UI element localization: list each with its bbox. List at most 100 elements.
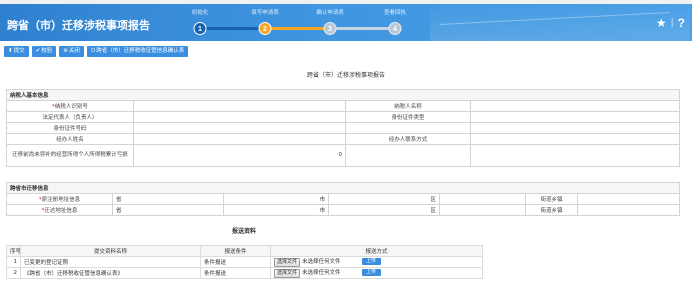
id-number-label: 身份证件号码 [6, 122, 134, 134]
taxpayer-name-field[interactable] [469, 100, 681, 112]
dest-street-label: 街道乡镇 [525, 204, 578, 216]
step-circle-3: 3 [323, 22, 337, 35]
handler-phone-field[interactable] [469, 133, 681, 145]
app-title: 跨省（市）迁移涉税事项报告 [7, 20, 150, 32]
dest-address-label-cell: *迁达地址信息 [6, 204, 113, 216]
origin-district-unit: 区 [328, 193, 440, 205]
row-number: 1 [6, 256, 21, 268]
legal-rep-field[interactable] [133, 111, 346, 123]
table-row: *纳税人识别号 纳税人名称 [6, 100, 681, 112]
row-number: 2 [6, 267, 21, 279]
close-label: 关闭 [68, 48, 80, 54]
dest-province-unit: 省 [112, 204, 224, 216]
step-circle-4: 4 [388, 22, 402, 35]
upload-button[interactable]: 上传 [361, 269, 381, 276]
origin-street-label: 街道乡镇 [525, 193, 578, 205]
tax-id-field[interactable] [133, 100, 346, 112]
choose-file-button[interactable]: 选择文件 [274, 269, 301, 278]
choose-file-button[interactable]: 选择文件 [274, 258, 301, 267]
document-name: 《跨省（市）迁移税收征管信息确认表》 [20, 267, 201, 279]
pending-loss-field[interactable]: 0 [133, 144, 346, 167]
tax-id-label: 纳税人识别号 [54, 104, 88, 110]
help-icon[interactable]: ? [678, 16, 685, 30]
app-header: 跨省（市）迁移涉税事项报告 初始化 填写申请表 确认申请表 查看回执 1 2 3… [0, 4, 692, 41]
dest-district-field[interactable] [439, 204, 526, 216]
section-header-row: 纳税人基本信息 [5, 89, 681, 101]
id-number-field[interactable] [133, 122, 346, 134]
table-row: *原注册地址信息 省 市 区 街道乡镇 [6, 193, 681, 205]
col-header-name: 提交资料名称 [20, 245, 201, 257]
section-header-row: 跨省市迁移信息 [5, 182, 681, 194]
no-file-text: 未选择任何文件 [302, 270, 341, 276]
empty-cell [469, 122, 681, 134]
taxpayer-name-label: 纳税人名称 [345, 100, 471, 112]
step-label-3: 确认申请表 [316, 10, 344, 16]
migration-section-title: 跨省市迁移信息 [5, 182, 681, 194]
table-row: 经办人姓名 经办人联系方式 [6, 133, 681, 145]
handler-phone-label: 经办人联系方式 [345, 133, 471, 145]
dest-city-unit: 市 [223, 204, 329, 216]
table-row: 1 已变更的登记证照 条件报送 选择文件 未选择任何文件 上传 [6, 256, 483, 268]
taxpayer-info-table: 纳税人基本信息 *纳税人识别号 纳税人名称 法定代表人（负责人） 身份证件类型 … [5, 89, 681, 167]
empty-cell [345, 122, 471, 134]
origin-address-label-cell: *原注册地址信息 [6, 193, 113, 205]
attachments-table: 序号 提交资料名称 报送条件 报送方式 1 已变更的登记证照 条件报送 选择文件… [6, 245, 483, 279]
id-type-field[interactable] [469, 111, 681, 123]
close-circle-icon: ⊗ [63, 48, 68, 54]
id-type-label: 身份证件类型 [345, 111, 471, 123]
empty-cell [345, 144, 471, 167]
origin-district-field[interactable] [439, 193, 526, 205]
verify-button[interactable]: ✔ 校验 [31, 46, 57, 57]
submit-label: 提交 [13, 48, 25, 54]
document-name: 已变更的登记证照 [20, 256, 201, 268]
step-connector-2 [265, 27, 330, 30]
power-icon: ⏻ [90, 48, 96, 54]
confirm-form-button[interactable]: ⏻ 跨省（市）迁移税收征管信息确认表 [86, 46, 189, 57]
table-row: 2 《跨省（市）迁移税收征管信息确认表》 条件报送 选择文件 未选择任何文件 上传 [6, 267, 483, 279]
tax-id-label-cell: *纳税人识别号 [6, 100, 134, 112]
migration-info-table: 跨省市迁移信息 *原注册地址信息 省 市 区 街道乡镇 *迁达地址信息 省 市 … [5, 182, 681, 216]
dest-district-unit: 区 [328, 204, 440, 216]
col-header-mode: 报送方式 [270, 245, 483, 257]
header-actions: ★ | ? [656, 16, 685, 30]
col-header-condition: 报送条件 [200, 245, 271, 257]
no-file-text: 未选择任何文件 [302, 259, 341, 265]
handler-name-field[interactable] [133, 133, 346, 145]
close-button[interactable]: ⊗ 关闭 [59, 46, 84, 57]
step-connector-1 [200, 27, 265, 30]
pending-loss-label: 迁移前尚未弥补的经营所得个人所得税累计亏损 [6, 144, 134, 167]
col-header-no: 序号 [6, 245, 21, 257]
upload-cell: 选择文件 未选择任何文件 上传 [270, 267, 483, 279]
dest-street-field[interactable] [576, 204, 681, 216]
legal-rep-label: 法定代表人（负责人） [6, 111, 134, 123]
document-condition: 条件报送 [200, 267, 271, 279]
progress-steps: 初始化 填写申请表 确认申请表 查看回执 1 2 3 4 [170, 4, 410, 41]
header-separator: | [670, 18, 674, 28]
step-connector-3 [330, 27, 395, 30]
origin-street-field[interactable] [576, 193, 681, 205]
form-title: 跨省（市）迁移涉税事项报告 [306, 72, 385, 79]
upload-icon: ⬆ [8, 48, 13, 54]
verify-label: 校验 [41, 48, 53, 54]
table-row: *迁达地址信息 省 市 区 街道乡镇 [6, 204, 681, 216]
confirm-form-label: 跨省（市）迁移税收征管信息确认表 [96, 48, 185, 54]
upload-button[interactable]: 上传 [361, 258, 381, 265]
submit-button[interactable]: ⬆ 提交 [4, 46, 29, 57]
step-label-4: 查看回执 [383, 10, 407, 16]
step-label-1: 初始化 [191, 10, 209, 16]
star-icon[interactable]: ★ [656, 17, 667, 29]
step-circle-2: 2 [258, 22, 272, 35]
empty-cell [469, 144, 681, 167]
attachments-title: 报送资料 [231, 228, 256, 235]
document-condition: 条件报送 [200, 256, 271, 268]
table-row: 迁移前尚未弥补的经营所得个人所得税累计亏损 0 [6, 144, 681, 167]
upload-cell: 选择文件 未选择任何文件 上传 [270, 256, 483, 268]
taxpayer-section-title: 纳税人基本信息 [5, 89, 681, 101]
table-row: 身份证件号码 [6, 122, 681, 134]
origin-city-unit: 市 [223, 193, 329, 205]
toolbar: ⬆ 提交 ✔ 校验 ⊗ 关闭 ⏻ 跨省（市）迁移税收征管信息确认表 [4, 46, 189, 57]
step-circle-1: 1 [193, 22, 207, 35]
attachments-header-row: 序号 提交资料名称 报送条件 报送方式 [6, 245, 483, 257]
step-label-2: 填写申请表 [251, 10, 279, 16]
origin-province-unit: 省 [112, 193, 224, 205]
